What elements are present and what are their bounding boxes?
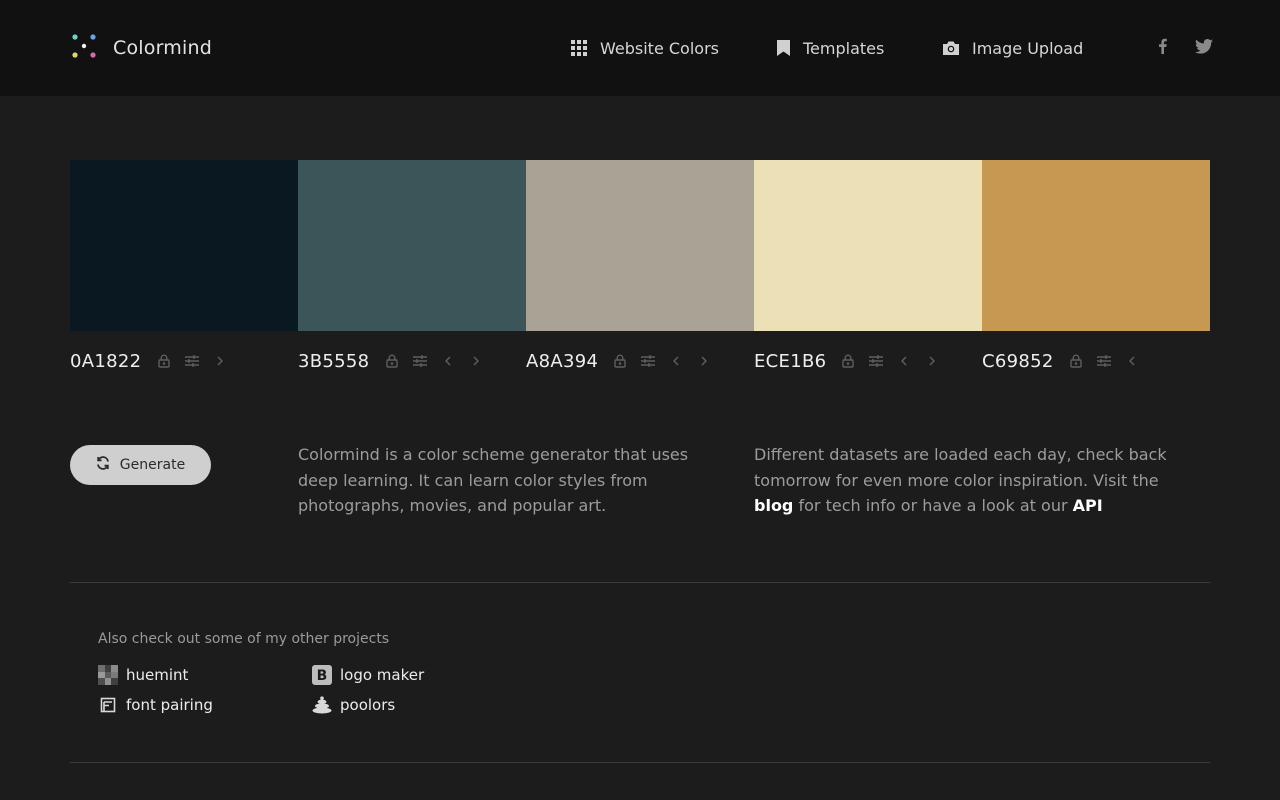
adjust-button[interactable] [178,348,206,374]
color-controls: 3B5558 [298,348,490,374]
project-logo-maker[interactable]: B logo maker [312,664,424,686]
blog-link[interactable]: blog [754,496,793,515]
hex-code[interactable]: 3B5558 [298,351,378,372]
move-right-button[interactable] [690,348,718,374]
twitter-link[interactable] [1194,38,1214,58]
project-label: logo maker [340,666,425,684]
description-right: Different datasets are loaded each day, … [754,442,1174,519]
adjust-button[interactable] [1090,348,1118,374]
color-controls: C69852 [982,348,1146,374]
color-swatch[interactable] [526,160,754,331]
project-label: huemint [126,666,189,684]
color-controls: A8A394 [526,348,718,374]
grid-icon [571,40,587,56]
bookmark-icon [777,40,790,56]
color-swatch[interactable] [70,160,298,331]
svg-text:B: B [317,668,328,684]
adjust-button[interactable] [862,348,890,374]
chevron-right-icon [701,356,707,366]
sliders-icon [413,355,427,367]
nav-image-upload[interactable]: Image Upload [943,34,1083,62]
api-link[interactable]: API [1073,496,1103,515]
nav-label: Templates [803,38,885,58]
refresh-icon [96,456,120,474]
move-left-button[interactable] [1118,348,1146,374]
nav-templates[interactable]: Templates [777,34,884,62]
lock-icon [614,354,626,368]
description-text: Different datasets are loaded each day, … [754,445,1167,490]
project-label: poolors [340,696,396,714]
lock-icon [842,354,854,368]
move-right-button[interactable] [462,348,490,374]
hex-code[interactable]: C69852 [982,351,1062,372]
hex-code[interactable]: 0A1822 [70,351,150,372]
color-controls: ECE1B6 [754,348,946,374]
project-font-pairing[interactable]: font pairing [98,694,213,716]
camera-icon [943,41,959,55]
move-left-button[interactable] [890,348,918,374]
project-label: font pairing [126,696,213,714]
lock-icon [1070,354,1082,368]
chevron-left-icon [445,356,451,366]
lock-icon [158,354,170,368]
hex-code[interactable]: ECE1B6 [754,351,834,372]
nav-website-colors[interactable]: Website Colors [571,34,719,62]
chevron-right-icon [217,356,223,366]
lock-button[interactable] [1062,348,1090,374]
color-swatch[interactable] [298,160,526,331]
description-left: Colormind is a color scheme generator th… [298,445,689,515]
color-swatch[interactable] [982,160,1210,331]
brand[interactable]: Colormind [70,34,212,62]
projects-title: Also check out some of my other projects [98,631,390,647]
nav-label: Image Upload [972,38,1084,58]
sliders-icon [185,355,199,367]
nav-label: Website Colors [600,38,719,58]
logo-maker-icon: B [312,665,332,685]
generate-label: Generate [119,457,186,473]
hex-code[interactable]: A8A394 [526,351,606,372]
move-left-button[interactable] [662,348,690,374]
colormind-logo-icon [70,32,98,64]
facebook-icon [1158,38,1167,58]
lock-icon [386,354,398,368]
lock-button[interactable] [834,348,862,374]
chevron-left-icon [1129,356,1135,366]
lock-button[interactable] [150,348,178,374]
color-controls: 0A1822 [70,348,234,374]
facebook-link[interactable] [1152,38,1172,58]
project-poolors[interactable]: poolors [312,694,395,716]
generate-button[interactable]: Generate [70,445,211,485]
lock-button[interactable] [378,348,406,374]
lock-button[interactable] [606,348,634,374]
description-text: for tech info or have a look at our [798,496,1068,515]
top-header: Colormind Website Colors Templates Image… [0,0,1280,96]
chevron-right-icon [473,356,479,366]
font-pairing-icon [98,695,118,715]
sliders-icon [1097,355,1111,367]
brand-name: Colormind [113,37,212,59]
twitter-icon [1195,38,1213,58]
project-huemint[interactable]: huemint [98,664,188,686]
chevron-right-icon [929,356,935,366]
adjust-button[interactable] [634,348,662,374]
divider [70,762,1210,763]
huemint-icon [98,665,118,685]
move-right-button[interactable] [918,348,946,374]
move-right-button[interactable] [206,348,234,374]
move-left-button[interactable] [434,348,462,374]
chevron-left-icon [673,356,679,366]
sliders-icon [641,355,655,367]
divider [70,582,1210,583]
sliders-icon [869,355,883,367]
color-palette [70,160,1210,331]
color-swatch[interactable] [754,160,982,331]
chevron-left-icon [901,356,907,366]
adjust-button[interactable] [406,348,434,374]
poolors-icon [312,695,332,715]
